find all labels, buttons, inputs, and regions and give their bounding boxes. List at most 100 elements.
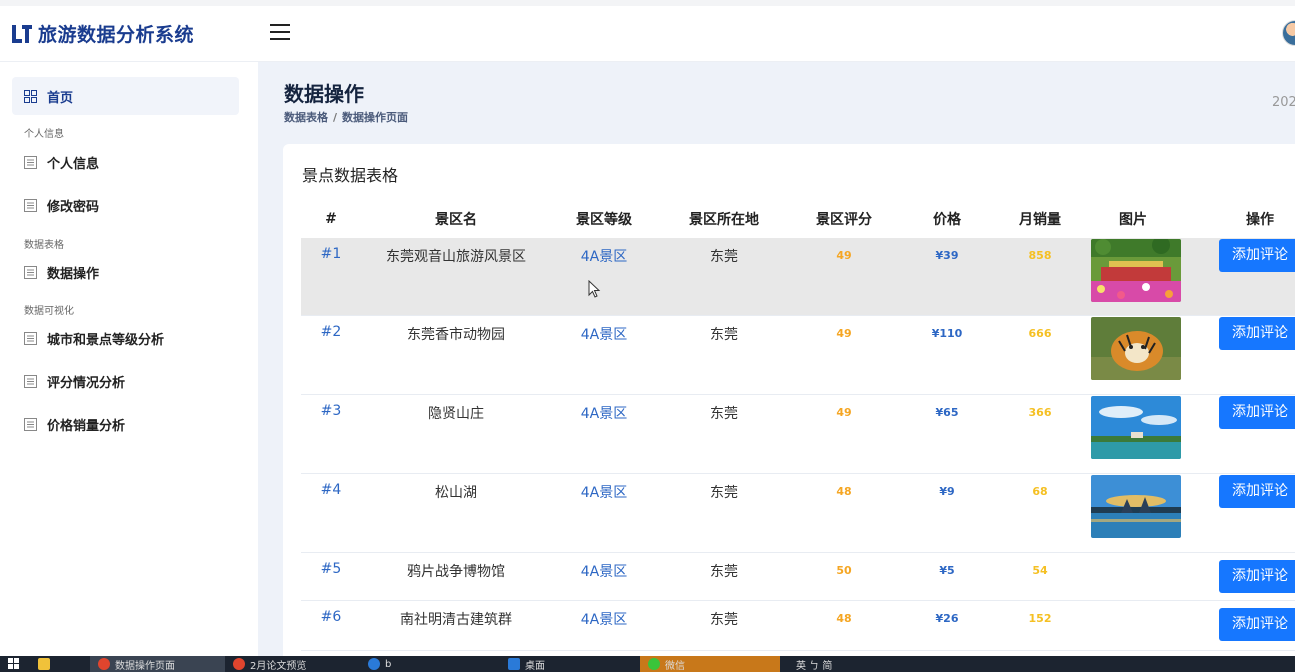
add-comment-button[interactable]: 添加评论 <box>1219 317 1295 350</box>
row-name: 东莞香市动物园 <box>407 327 505 343</box>
sidebar-section-title: 数据表格 <box>24 240 64 251</box>
row-score: 48 <box>836 485 852 498</box>
sidebar-item-label: 个人信息 <box>47 156 100 172</box>
top-bar: 旅游数据分析系统 <box>0 0 1295 62</box>
taskbar-item[interactable]: 2月论文预览 <box>225 656 360 672</box>
taskbar-item-label: 数据操作页面 <box>115 660 175 672</box>
taskbar-folder-icon[interactable] <box>30 656 90 672</box>
breadcrumb-item[interactable]: 数据表格 <box>284 111 328 124</box>
table-row[interactable]: #6 南社明清古建筑群 4A景区 东莞 48 ¥26 152 添加评论 <box>301 601 1295 651</box>
table-row[interactable]: #2 东莞香市动物园 4A景区 东莞 49 ¥110 666 添加评论 <box>301 316 1295 395</box>
menu-toggle-icon[interactable] <box>270 24 290 40</box>
table-row[interactable]: #5 鸦片战争博物馆 4A景区 东莞 50 ¥5 54 添加评论 <box>301 553 1295 601</box>
row-city: 东莞 <box>710 564 738 580</box>
grid-icon <box>24 89 37 103</box>
row-city: 东莞 <box>710 485 738 501</box>
table-row[interactable]: #4 松山湖 4A景区 东莞 48 ¥9 68 添加评论 <box>301 474 1295 553</box>
row-id[interactable]: #6 <box>301 601 361 625</box>
taskbar-item[interactable]: 微信 <box>640 656 780 672</box>
row-level[interactable]: 4A景区 <box>551 238 657 266</box>
list-icon <box>24 155 37 169</box>
row-id[interactable]: #1 <box>301 238 361 262</box>
mouse-cursor-icon <box>588 280 601 298</box>
add-comment-button[interactable]: 添加评论 <box>1219 475 1295 508</box>
row-score: 49 <box>836 327 852 340</box>
row-price: ¥5 <box>939 564 955 577</box>
add-comment-button[interactable]: 添加评论 <box>1219 560 1295 593</box>
row-level[interactable]: 4A景区 <box>551 601 657 629</box>
row-price: ¥110 <box>931 327 963 340</box>
sidebar-item-label: 数据操作 <box>47 266 100 282</box>
sidebar-item-label: 城市和景点等级分析 <box>47 332 165 348</box>
row-level[interactable]: 4A景区 <box>551 316 657 344</box>
column-header: 月销量 <box>1019 212 1061 228</box>
row-level[interactable]: 4A景区 <box>551 395 657 423</box>
page-title: 数据操作 <box>284 82 364 106</box>
column-header: 景区等级 <box>576 212 632 228</box>
row-image-cell <box>1083 553 1183 554</box>
taskbar-ime[interactable]: 英 ㄅ 简 <box>788 656 908 672</box>
row-id[interactable]: #4 <box>301 474 361 498</box>
row-price: ¥26 <box>935 612 959 625</box>
row-price: ¥9 <box>939 485 955 498</box>
taskbar-item-label: b <box>385 658 392 670</box>
avatar[interactable] <box>1282 20 1295 46</box>
sidebar-item-label: 价格销量分析 <box>47 418 126 434</box>
breadcrumb: 数据表格 / 数据操作页面 <box>284 111 409 124</box>
column-header: 景区评分 <box>816 212 872 228</box>
taskbar-item-label: 桌面 <box>525 660 545 672</box>
row-sales: 68 <box>1032 485 1048 498</box>
taskbar-item[interactable]: 桌面 <box>500 656 640 672</box>
row-actions: 添加评论 <box>1183 474 1295 508</box>
add-comment-button[interactable]: 添加评论 <box>1219 239 1295 272</box>
list-icon <box>24 198 37 212</box>
tiger-image[interactable] <box>1090 317 1181 380</box>
os-taskbar: 数据操作页面 2月论文预览 b 桌面 微信 英 ㄅ 简 <box>0 656 1295 672</box>
lake-sky-image[interactable] <box>1090 396 1181 459</box>
row-sales: 858 <box>1028 249 1052 262</box>
sidebar-item-label: 评分情况分析 <box>47 375 126 391</box>
row-image-cell <box>1083 474 1183 542</box>
row-actions: 添加评论 <box>1183 238 1295 272</box>
top-edge <box>0 0 1295 6</box>
flower-garden-image[interactable] <box>1090 236 1181 302</box>
row-sales: 366 <box>1028 406 1052 419</box>
sidebar-item-data-ops[interactable]: 数据操作 <box>12 253 239 291</box>
sidebar-item-city-level[interactable]: 城市和景点等级分析 <box>12 319 239 357</box>
row-image-cell <box>1083 236 1183 306</box>
sidebar-item-price-sales[interactable]: 价格销量分析 <box>12 405 239 443</box>
table-row[interactable]: #3 隐贤山庄 4A景区 东莞 49 ¥65 366 添加评论 <box>301 395 1295 474</box>
row-id[interactable]: #2 <box>301 316 361 340</box>
sidebar-item-label: 首页 <box>47 90 74 106</box>
row-sales: 54 <box>1032 564 1048 577</box>
table-row[interactable]: #1 东莞观音山旅游风景区 4A景区 东莞 49 ¥39 858 添加评论 <box>301 236 1295 316</box>
row-level[interactable]: 4A景区 <box>551 474 657 502</box>
row-level[interactable]: 4A景区 <box>551 553 657 581</box>
column-header: 价格 <box>933 212 961 228</box>
taskbar-item[interactable]: b <box>360 656 500 672</box>
row-id[interactable]: #5 <box>301 553 361 577</box>
app-logo[interactable]: 旅游数据分析系统 <box>10 20 194 47</box>
row-name: 南社明清古建筑群 <box>400 612 512 628</box>
sunset-lake-image[interactable] <box>1090 475 1181 538</box>
sidebar-item-password[interactable]: 修改密码 <box>12 186 239 224</box>
windows-start-icon[interactable] <box>0 656 30 672</box>
row-city: 东莞 <box>710 249 738 265</box>
column-header: 景区名 <box>435 212 477 228</box>
row-name: 松山湖 <box>435 485 477 501</box>
row-price: ¥39 <box>935 249 959 262</box>
sidebar-item-score[interactable]: 评分情况分析 <box>12 362 239 400</box>
page-header: 数据操作 数据表格 / 数据操作页面 <box>284 78 408 125</box>
taskbar-item[interactable]: 数据操作页面 <box>90 656 225 672</box>
add-comment-button[interactable]: 添加评论 <box>1219 396 1295 429</box>
row-sales: 666 <box>1028 327 1052 340</box>
sidebar-item-profile[interactable]: 个人信息 <box>12 143 239 181</box>
column-header: 图片 <box>1119 212 1147 228</box>
row-id[interactable]: #3 <box>301 395 361 419</box>
sidebar-item-home[interactable]: 首页 <box>12 77 239 115</box>
breadcrumb-current: 数据操作页面 <box>342 111 409 124</box>
row-score: 48 <box>836 612 852 625</box>
row-image-cell <box>1083 395 1183 463</box>
add-comment-button[interactable]: 添加评论 <box>1219 608 1295 641</box>
sidebar: 首页 个人信息 个人信息 修改密码 数据表格 数据操作 数据可视化 城市和景点等… <box>0 62 258 656</box>
